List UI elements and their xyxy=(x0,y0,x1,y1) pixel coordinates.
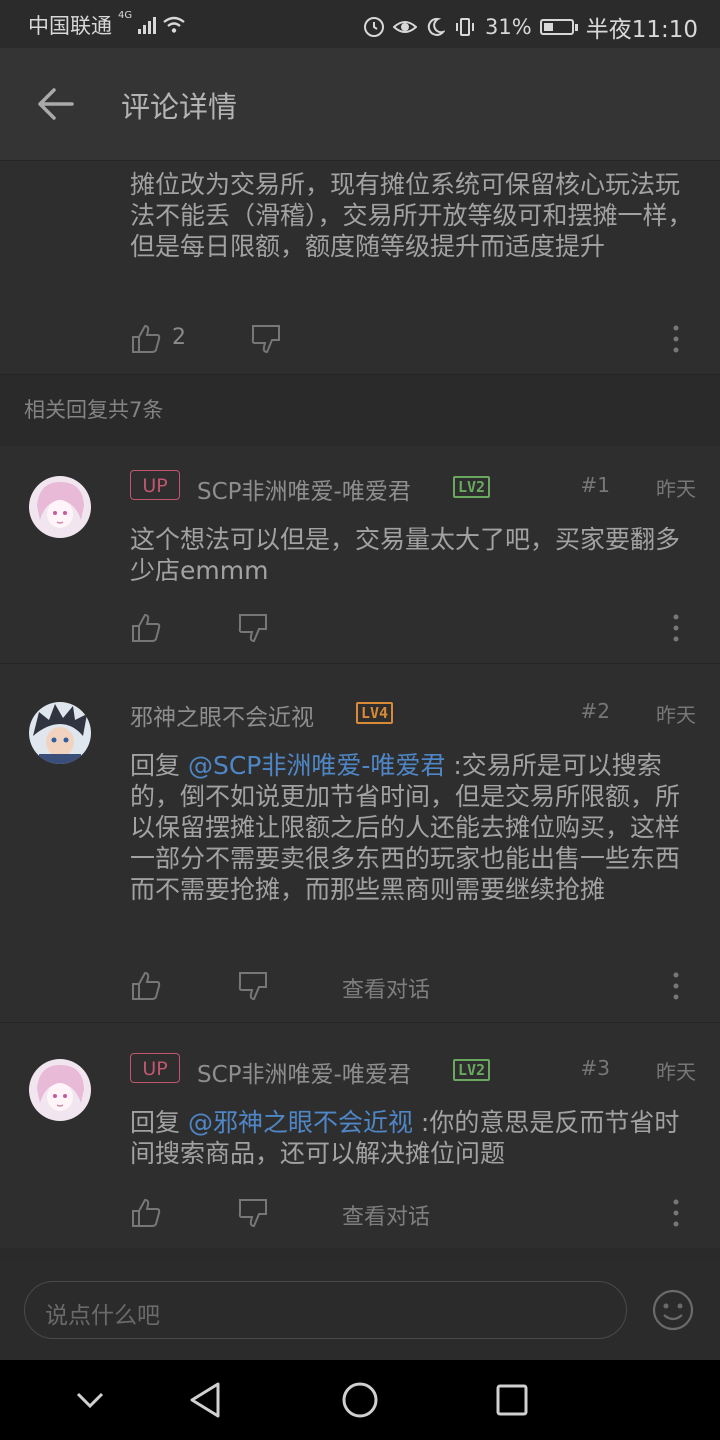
up-badge: UP xyxy=(130,470,180,500)
main-comment-card: 摊位改为交易所，现有摊位系统可保留核心玩法玩法不能丢（滑稽），交易所开放等级可和… xyxy=(0,161,720,374)
dislike-icon[interactable] xyxy=(250,323,282,355)
reply-actions: 查看对话 xyxy=(130,1193,700,1233)
related-replies-label: 相关回复共7条 xyxy=(24,398,164,422)
username[interactable]: SCP非洲唯爱-唯爱君 xyxy=(197,472,411,506)
up-badge: UP xyxy=(130,1053,180,1083)
reply-meta: UP SCP非洲唯爱-唯爱君 LV2 #3 昨天 xyxy=(130,1053,696,1089)
like-icon[interactable] xyxy=(130,323,162,355)
username[interactable]: SCP非洲唯爱-唯爱君 xyxy=(197,1055,411,1089)
reply-card-3: UP SCP非洲唯爱-唯爱君 LV2 #3 昨天 回复 @邪神之眼不会近视 :你… xyxy=(0,1023,720,1248)
nav-back-icon[interactable] xyxy=(184,1378,228,1422)
dislike-icon[interactable] xyxy=(237,970,269,1002)
timestamp: 昨天 xyxy=(656,1060,696,1084)
status-right: 31% 半夜11:10 xyxy=(363,10,698,44)
wifi-icon xyxy=(163,16,185,33)
level-badge: LV2 xyxy=(453,476,491,498)
more-options-icon[interactable] xyxy=(672,323,680,355)
level-badge: LV2 xyxy=(453,1059,491,1081)
like-icon[interactable] xyxy=(130,612,162,644)
reply-actions xyxy=(130,608,700,648)
more-options-icon[interactable] xyxy=(672,612,680,644)
more-options-icon[interactable] xyxy=(672,970,680,1002)
status-bar: 中国联通 4G 31% 半夜11:10 xyxy=(0,0,720,48)
network-type: 4G xyxy=(118,10,133,21)
emoji-icon[interactable] xyxy=(652,1289,694,1331)
system-nav-bar xyxy=(0,1360,720,1440)
comment-input[interactable]: 说点什么吧 xyxy=(24,1281,627,1339)
reply-actions: 查看对话 xyxy=(130,966,700,1006)
more-options-icon[interactable] xyxy=(672,1197,680,1229)
carrier-label: 中国联通 xyxy=(28,14,112,38)
mention-link[interactable]: @SCP非洲唯爱-唯爱君 xyxy=(188,751,445,780)
avatar[interactable] xyxy=(29,476,91,538)
signal-icon xyxy=(138,16,157,34)
back-arrow-icon[interactable] xyxy=(34,84,78,124)
avatar[interactable] xyxy=(29,1059,91,1121)
eye-icon xyxy=(393,21,418,33)
page-title: 评论详情 xyxy=(121,90,238,124)
main-comment-actions: 2 xyxy=(130,319,700,359)
reply-body: 这个想法可以但是，交易量太大了吧，买家要翻多少店emmm xyxy=(130,525,681,585)
like-icon[interactable] xyxy=(130,1197,162,1229)
reply-meta: UP SCP非洲唯爱-唯爱君 LV2 #1 昨天 xyxy=(130,470,696,506)
battery-nub xyxy=(574,23,578,31)
reply-prefix: 回复 xyxy=(130,751,188,780)
hide-nav-chevron-icon[interactable] xyxy=(68,1378,112,1422)
reply-meta: 邪神之眼不会近视 LV4 #2 昨天 xyxy=(130,696,696,732)
dislike-icon[interactable] xyxy=(237,1197,269,1229)
clock: 半夜11:10 xyxy=(585,17,698,43)
battery-percent: 31% xyxy=(485,15,532,39)
timestamp: 昨天 xyxy=(656,703,696,727)
floor-number: #2 xyxy=(580,699,610,723)
avatar[interactable] xyxy=(29,702,91,764)
vibrate-icon xyxy=(456,18,475,36)
nav-recents-icon[interactable] xyxy=(490,1378,534,1422)
status-left: 中国联通 4G xyxy=(28,10,186,40)
comment-input-bar: 说点什么吧 xyxy=(0,1260,720,1360)
comment-input-placeholder: 说点什么吧 xyxy=(45,1303,160,1329)
reply-card-2: 邪神之眼不会近视 LV4 #2 昨天 回复 @SCP非洲唯爱-唯爱君 :交易所是… xyxy=(0,664,720,1022)
view-conversation-link[interactable]: 查看对话 xyxy=(342,1199,430,1231)
avatar-image xyxy=(29,476,91,538)
app-bar: 评论详情 xyxy=(0,48,720,161)
timestamp: 昨天 xyxy=(656,477,696,501)
reply-text: 回复 @邪神之眼不会近视 :你的意思是反而节省时间搜索商品，还可以解决摊位问题 xyxy=(130,1107,695,1169)
floor-number: #1 xyxy=(580,473,610,497)
reply-text: 这个想法可以但是，交易量太大了吧，买家要翻多少店emmm xyxy=(130,524,695,586)
divider xyxy=(0,374,720,375)
avatar-image xyxy=(29,702,91,764)
mention-link[interactable]: @邪神之眼不会近视 xyxy=(188,1108,413,1137)
main-comment-text: 摊位改为交易所，现有摊位系统可保留核心玩法玩法不能丢（滑稽），交易所开放等级可和… xyxy=(130,170,693,261)
level-badge: LV4 xyxy=(356,702,394,724)
dislike-icon[interactable] xyxy=(237,612,269,644)
view-conversation-link[interactable]: 查看对话 xyxy=(342,972,430,1004)
reply-prefix: 回复 xyxy=(130,1108,188,1137)
like-icon[interactable] xyxy=(130,970,162,1002)
battery-icon xyxy=(539,19,574,35)
alarm-icon xyxy=(364,17,385,37)
username[interactable]: 邪神之眼不会近视 xyxy=(130,698,314,732)
reply-card-1: UP SCP非洲唯爱-唯爱君 LV2 #1 昨天 这个想法可以但是，交易量太大了… xyxy=(0,446,720,663)
floor-number: #3 xyxy=(580,1056,610,1080)
avatar-image xyxy=(29,1059,91,1121)
nav-home-icon[interactable] xyxy=(338,1378,382,1422)
reply-text: 回复 @SCP非洲唯爱-唯爱君 :交易所是可以搜索的，倒不如说更加节省时间，但是… xyxy=(130,750,695,905)
like-count: 2 xyxy=(172,325,186,350)
moon-icon xyxy=(427,17,446,36)
